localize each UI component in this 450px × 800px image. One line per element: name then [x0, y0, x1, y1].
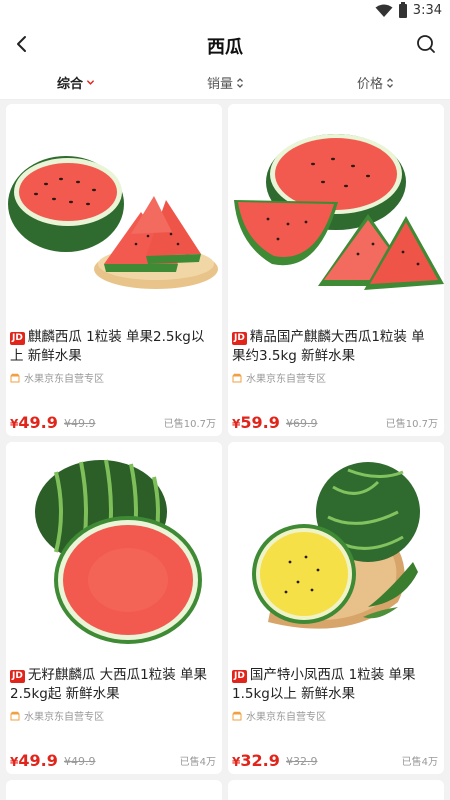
wifi-icon	[375, 4, 393, 17]
original-price: ¥49.9	[64, 755, 96, 768]
product-card-partial[interactable]	[6, 780, 222, 800]
product-card[interactable]: JD 麒麟西瓜 1粒装 单果2.5kg以上 新鲜水果 水果京东自营专区 ¥49.9…	[6, 104, 222, 436]
sort-sales[interactable]: 销量	[207, 73, 244, 92]
store-icon	[232, 711, 242, 720]
product-image-watermelon-half-slices	[228, 104, 444, 314]
price-row: ¥49.9 ¥49.9 已售10.7万	[10, 412, 216, 432]
original-price: ¥32.9	[286, 755, 318, 768]
store-line[interactable]: 水果京东自营专区	[232, 370, 326, 385]
sold-count: 已售10.7万	[385, 419, 438, 430]
status-time: 3:34	[412, 3, 442, 18]
product-title-text: 麒麟西瓜 1粒装 单果2.5kg以上 新鲜水果	[10, 329, 205, 364]
sort-sales-label: 销量	[207, 77, 234, 92]
product-title[interactable]: JD 无籽麒麟瓜 大西瓜1粒装 单果2.5kg起 新鲜水果	[10, 666, 216, 704]
search-icon	[417, 35, 435, 53]
sort-updown-icon	[387, 77, 393, 88]
product-image-watermelon-half-slices	[6, 104, 222, 314]
price-row: ¥32.9 ¥32.9 已售4万	[232, 750, 438, 770]
store-icon	[10, 373, 20, 382]
price: ¥59.9	[232, 413, 280, 432]
sort-price[interactable]: 价格	[357, 73, 394, 92]
sold-count: 已售4万	[179, 757, 216, 768]
header: 西瓜	[0, 24, 450, 64]
store-icon	[232, 373, 242, 382]
store-line[interactable]: 水果京东自营专区	[232, 708, 326, 723]
product-image-yellow-watermelon	[228, 442, 444, 652]
original-price: ¥49.9	[64, 417, 96, 430]
sold-count: 已售4万	[401, 757, 438, 768]
product-title[interactable]: JD 国产特小凤西瓜 1粒装 单果1.5kg以上 新鲜水果	[232, 666, 438, 704]
store-line[interactable]: 水果京东自营专区	[10, 708, 104, 723]
sort-comprehensive-label: 综合	[57, 77, 84, 92]
store-name: 水果京东自营专区	[24, 374, 104, 385]
product-card[interactable]: JD 精品国产麒麟大西瓜1粒装 单果约3.5kg 新鲜水果 水果京东自营专区 ¥5…	[228, 104, 444, 436]
product-title-text: 精品国产麒麟大西瓜1粒装 单果约3.5kg 新鲜水果	[232, 329, 425, 364]
store-name: 水果京东自营专区	[246, 712, 326, 723]
price: ¥49.9	[10, 413, 58, 432]
status-bar: 3:34	[0, 0, 450, 24]
product-title-text: 国产特小凤西瓜 1粒装 单果1.5kg以上 新鲜水果	[232, 667, 416, 702]
sort-bar: 综合 销量 价格	[0, 64, 450, 100]
chevron-down-icon	[87, 80, 94, 85]
store-name: 水果京东自营专区	[24, 712, 104, 723]
price-row: ¥49.9 ¥49.9 已售4万	[10, 750, 216, 770]
jd-badge: JD	[10, 670, 25, 683]
product-title[interactable]: JD 麒麟西瓜 1粒装 单果2.5kg以上 新鲜水果	[10, 328, 216, 366]
product-card-partial[interactable]	[228, 780, 444, 800]
page-title: 西瓜	[207, 37, 243, 58]
product-image-seedless-watermelon	[6, 442, 222, 652]
price: ¥49.9	[10, 751, 58, 770]
store-icon	[10, 711, 20, 720]
jd-badge: JD	[232, 670, 247, 683]
sold-count: 已售10.7万	[163, 419, 216, 430]
price-row: ¥59.9 ¥69.9 已售10.7万	[232, 412, 438, 432]
store-name: 水果京东自营专区	[246, 374, 326, 385]
product-card[interactable]: JD 国产特小凤西瓜 1粒装 单果1.5kg以上 新鲜水果 水果京东自营专区 ¥3…	[228, 442, 444, 774]
battery-icon	[398, 1, 407, 18]
jd-badge: JD	[232, 332, 247, 345]
sort-comprehensive[interactable]: 综合	[57, 73, 95, 92]
original-price: ¥69.9	[286, 417, 318, 430]
sort-price-label: 价格	[357, 77, 384, 92]
product-title-text: 无籽麒麟瓜 大西瓜1粒装 单果2.5kg起 新鲜水果	[10, 667, 207, 702]
store-line[interactable]: 水果京东自营专区	[10, 370, 104, 385]
jd-badge: JD	[10, 332, 25, 345]
search-button[interactable]	[412, 30, 440, 58]
product-title[interactable]: JD 精品国产麒麟大西瓜1粒装 单果约3.5kg 新鲜水果	[232, 328, 438, 366]
product-card[interactable]: JD 无籽麒麟瓜 大西瓜1粒装 单果2.5kg起 新鲜水果 水果京东自营专区 ¥4…	[6, 442, 222, 774]
status-icons: 3:34	[375, 1, 442, 18]
price: ¥32.9	[232, 751, 280, 770]
sort-updown-icon	[237, 77, 243, 88]
